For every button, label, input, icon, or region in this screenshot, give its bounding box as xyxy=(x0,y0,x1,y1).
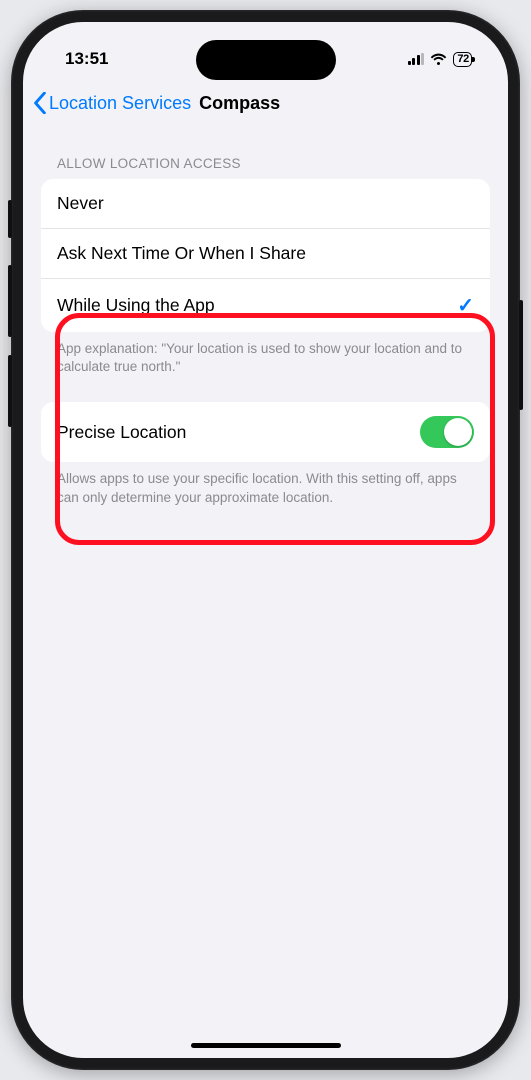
battery-percent: 72 xyxy=(457,53,469,65)
phone-frame: 13:51 72 Location Services Compass xyxy=(11,10,520,1070)
home-indicator[interactable] xyxy=(191,1043,341,1048)
precise-list: Precise Location xyxy=(41,402,490,462)
group-footer: App explanation: "Your location is used … xyxy=(41,332,490,376)
toggle-knob xyxy=(444,418,472,446)
page-title: Compass xyxy=(199,93,280,114)
precise-location-row[interactable]: Precise Location xyxy=(41,402,490,462)
group-header: ALLOW LOCATION ACCESS xyxy=(41,156,490,179)
checkmark-icon: ✓ xyxy=(457,293,474,318)
option-ask-next-time[interactable]: Ask Next Time Or When I Share xyxy=(41,229,490,279)
status-indicators: 72 xyxy=(408,52,472,67)
cellular-icon xyxy=(408,53,425,65)
option-label: Never xyxy=(57,193,104,214)
option-never[interactable]: Never xyxy=(41,179,490,229)
back-button[interactable]: Location Services xyxy=(49,93,191,114)
access-option-list: Never Ask Next Time Or When I Share Whil… xyxy=(41,179,490,332)
option-while-using[interactable]: While Using the App ✓ xyxy=(41,279,490,332)
battery-icon: 72 xyxy=(453,52,472,67)
screen: 13:51 72 Location Services Compass xyxy=(23,22,508,1058)
volume-down-button xyxy=(8,355,12,427)
precise-location-group: Precise Location Allows apps to use your… xyxy=(41,402,490,506)
group-footer: Allows apps to use your specific locatio… xyxy=(41,462,490,506)
power-button xyxy=(519,300,523,410)
option-label: Ask Next Time Or When I Share xyxy=(57,243,306,264)
nav-bar: Location Services Compass xyxy=(23,82,508,128)
status-time: 13:51 xyxy=(65,49,108,69)
precise-location-label: Precise Location xyxy=(57,422,186,443)
dynamic-island xyxy=(196,40,336,80)
option-label: While Using the App xyxy=(57,295,215,316)
content: ALLOW LOCATION ACCESS Never Ask Next Tim… xyxy=(23,156,508,507)
side-button xyxy=(8,200,12,238)
volume-up-button xyxy=(8,265,12,337)
precise-location-toggle[interactable] xyxy=(420,416,474,448)
back-chevron-icon[interactable] xyxy=(33,92,47,114)
wifi-icon xyxy=(430,53,447,66)
location-access-group: ALLOW LOCATION ACCESS Never Ask Next Tim… xyxy=(41,156,490,376)
